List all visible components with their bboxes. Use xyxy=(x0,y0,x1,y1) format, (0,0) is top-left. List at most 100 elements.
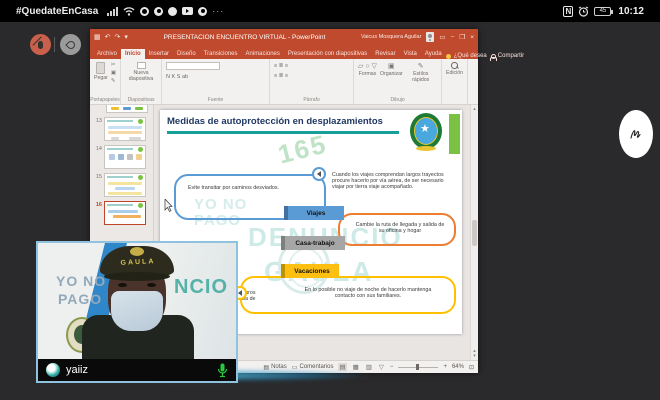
group-label: Párrafo xyxy=(303,97,320,103)
view-reading-button[interactable]: ▥ xyxy=(365,363,373,371)
fit-slide-button[interactable]: ⊡ xyxy=(469,364,474,371)
slide-thumbnail[interactable] xyxy=(104,173,146,197)
ribbon-content: Pegar ✂ ▣ ✎ Portapapeles Nueva diapositi… xyxy=(90,59,478,105)
tab-vista[interactable]: Vista xyxy=(400,49,421,60)
tab-archivo[interactable]: Archivo xyxy=(93,49,121,60)
thumbnail-row-13[interactable]: 13 xyxy=(92,117,151,141)
pen-icon xyxy=(64,38,77,51)
save-icon[interactable]: ▦ xyxy=(94,33,101,41)
styles-icon: ✎ xyxy=(417,63,424,70)
slide-thumbnail-selected[interactable] xyxy=(104,201,146,225)
copy-icon[interactable]: ▣ xyxy=(111,70,116,76)
group-parrafo: ≡ ≣ ≡ ≡ ≣ ≡ Párrafo xyxy=(270,59,355,104)
cut-icon[interactable]: ✂ xyxy=(111,62,116,68)
edit-find-button[interactable]: Edición xyxy=(446,62,463,76)
tell-me-bulb-icon xyxy=(445,53,451,59)
shapes-icon: ▱ ○ ▽ xyxy=(358,63,377,70)
arrange-button[interactable]: ▣ Organizar xyxy=(380,62,403,77)
new-slide-button[interactable]: Nueva diapositiva xyxy=(125,62,157,82)
zoom-out-button[interactable]: − xyxy=(390,364,394,370)
slide-thumbnail-partial[interactable] xyxy=(106,105,148,113)
tab-ayuda[interactable]: Ayuda xyxy=(421,49,446,60)
phone-screen: #QuedateEnCasa ··· N 45 10:12 ▦ ↶ ↷ ▾ PR… xyxy=(0,0,660,400)
alarm-icon xyxy=(579,5,589,17)
align-buttons[interactable]: ≡ ≣ ≡ xyxy=(274,73,288,79)
font-format-buttons[interactable]: N K S ab xyxy=(166,74,188,80)
arrange-icon: ▣ xyxy=(388,63,395,70)
scribble-icon xyxy=(630,130,641,139)
tab-insertar[interactable]: Insertar xyxy=(145,49,173,60)
notes-button[interactable]: ▤ Notas xyxy=(263,364,286,371)
slide-thumbnail[interactable] xyxy=(104,117,146,141)
whatsapp-icon xyxy=(154,6,164,16)
restore-button[interactable]: ❐ xyxy=(459,33,465,41)
wifi-icon xyxy=(123,7,135,16)
vertical-scrollbar[interactable]: ▴ ▴ ▾ xyxy=(470,105,478,360)
webcam-tile[interactable]: YO NO PAGO NCIO LA GAULA yaiiz xyxy=(36,241,238,383)
tab-inicio[interactable]: Inicio xyxy=(121,48,145,59)
zoom-slider[interactable] xyxy=(398,364,439,370)
tab-presentacion[interactable]: Presentación con diapositivas xyxy=(284,49,371,60)
mic-on-icon[interactable] xyxy=(217,363,228,378)
tab-revisar[interactable]: Revisar xyxy=(371,49,399,60)
green-accent-bar xyxy=(449,114,460,154)
casa-trabajo-label[interactable]: Casa-trabajo xyxy=(281,236,345,250)
viajes-label[interactable]: Viajes xyxy=(284,206,344,220)
slide-thumbnail[interactable] xyxy=(104,145,146,169)
window-title: PRESENTACION ENCUENTRO VIRTUAL - PowerPo… xyxy=(163,33,326,41)
view-sorter-button[interactable]: ▦ xyxy=(352,363,360,371)
tab-animaciones[interactable]: Animaciones xyxy=(242,49,284,60)
account-name[interactable]: Vaicus Mosquera Aguilar xyxy=(361,34,421,40)
scroll-down-icon[interactable]: ▴ ▾ xyxy=(471,349,478,359)
scroll-up-icon[interactable]: ▴ xyxy=(471,106,478,112)
view-normal-button[interactable]: ▤ xyxy=(338,363,347,371)
twitter-icon xyxy=(168,6,178,16)
share-button[interactable]: Compartir xyxy=(498,53,524,59)
ribbon-tab-bar: Archivo Inicio Insertar Diseño Transicio… xyxy=(90,45,524,61)
tools-button[interactable] xyxy=(60,34,81,55)
group-diapositivas: Nueva diapositiva Diapositivas xyxy=(121,59,163,104)
group-label: Portapapeles xyxy=(90,97,120,103)
close-button[interactable]: × xyxy=(470,34,474,41)
viajes-detail-text: Cuando los viajes comprendan largos tray… xyxy=(332,172,444,190)
format-painter-icon[interactable]: ✎ xyxy=(111,78,116,84)
tab-transiciones[interactable]: Transiciones xyxy=(200,49,242,60)
banner-yono-text: YO NO xyxy=(56,273,107,289)
banner-denuncio-partial: NCIO xyxy=(174,276,228,298)
redo-icon[interactable]: ↷ xyxy=(115,33,121,41)
list-buttons[interactable]: ≡ ≣ ≡ xyxy=(274,63,288,69)
battery-icon: 45 xyxy=(594,6,614,16)
zoom-level[interactable]: 64% xyxy=(452,364,464,370)
font-name-combobox[interactable] xyxy=(166,62,221,70)
group-edicion: Edición xyxy=(442,59,469,104)
ribbon-display-icon[interactable]: ▭ xyxy=(439,33,445,41)
watermark-165: 165 xyxy=(274,128,331,170)
mute-button[interactable] xyxy=(30,34,51,55)
undo-icon[interactable]: ↶ xyxy=(105,33,111,41)
casa-trabajo-shape[interactable]: Cambie la ruta de llegada y salida de su… xyxy=(338,213,456,246)
tab-diseno[interactable]: Diseño xyxy=(173,49,200,60)
person-eyes xyxy=(118,283,156,289)
paste-button[interactable]: Pegar xyxy=(94,62,108,81)
view-slideshow-button[interactable]: ▽ xyxy=(378,363,385,371)
thumbnail-row-15[interactable]: 15 xyxy=(92,173,151,197)
zoom-in-button[interactable]: + xyxy=(443,364,447,370)
scrollbar-thumb[interactable] xyxy=(472,219,477,246)
minimize-button[interactable]: − xyxy=(451,34,455,41)
annotation-button[interactable] xyxy=(619,110,653,158)
comments-button[interactable]: ▭ Comentarios xyxy=(292,364,334,371)
divider xyxy=(54,37,55,52)
vacaciones-label[interactable]: Vacaciones xyxy=(281,264,339,278)
notes-icon: ▤ xyxy=(263,364,270,371)
quick-styles-button[interactable]: ✎ Estilos rápidos xyxy=(406,62,436,83)
participant-avatar-icon xyxy=(46,363,60,377)
clipboard-icon xyxy=(96,62,106,74)
cap-badge-icon xyxy=(130,247,144,256)
thumbnail-row-14[interactable]: 14 xyxy=(92,145,151,169)
slide-title[interactable]: Medidas de autoprotección en desplazamie… xyxy=(167,116,383,127)
shapes-button[interactable]: ▱ ○ ▽ Formas xyxy=(358,62,377,77)
thumbnail-row-16[interactable]: 16 xyxy=(92,201,151,225)
quick-access-toolbar[interactable]: ▦ ↶ ↷ ▾ xyxy=(94,33,128,41)
account-avatar[interactable] xyxy=(426,32,435,42)
nfc-icon: N xyxy=(563,5,574,17)
